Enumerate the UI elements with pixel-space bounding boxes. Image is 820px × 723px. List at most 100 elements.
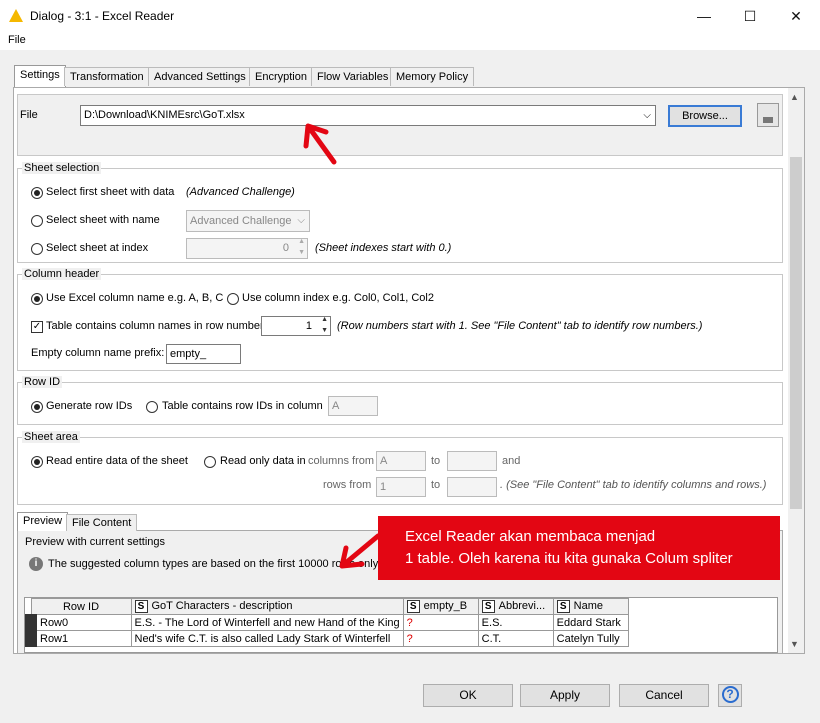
- row-to-input[interactable]: [447, 477, 497, 497]
- col-header-name-label: Name: [573, 600, 604, 612]
- menu-file[interactable]: File: [8, 34, 26, 46]
- column-from-input[interactable]: A: [376, 451, 426, 471]
- radio-excel-column-name[interactable]: [31, 293, 43, 305]
- col-header-description[interactable]: S GoT Characters - description: [130, 598, 404, 615]
- tab-flow-variables[interactable]: Flow Variables: [311, 67, 395, 86]
- menu-bar: [0, 32, 820, 50]
- table-row[interactable]: Row1 Ned's wife C.T. is also called Lady…: [25, 630, 629, 647]
- radio-column-index[interactable]: [227, 293, 239, 305]
- prefix-input[interactable]: empty_: [166, 344, 241, 364]
- first-sheet-label: Select first sheet with data: [46, 186, 175, 198]
- tab-transformation[interactable]: Transformation: [64, 67, 150, 86]
- spinner-arrows-icon[interactable]: ▲ ▼: [321, 317, 328, 335]
- sheet-index-label: Select sheet at index: [46, 242, 149, 254]
- row-id-title: Row ID: [22, 376, 63, 388]
- sheet-area-note: . (See "File Content" tab to identify co…: [500, 479, 767, 491]
- column-index-label: Use column index e.g. Col0, Col1, Col2: [242, 292, 434, 304]
- sheet-index-spinner[interactable]: 0 ▲ ▼: [186, 238, 308, 259]
- help-button[interactable]: ?: [718, 684, 742, 707]
- spinner-arrows-icon: ▲ ▼: [298, 238, 305, 256]
- tab-settings[interactable]: Settings: [14, 65, 66, 88]
- window-title: Dialog - 3:1 - Excel Reader: [30, 9, 175, 23]
- tab-memory-policy[interactable]: Memory Policy: [390, 67, 475, 86]
- radio-read-only[interactable]: [204, 456, 216, 468]
- table-cell: Catelyn Tully: [552, 630, 629, 647]
- radio-sheet-index[interactable]: [31, 243, 43, 255]
- scroll-down-icon[interactable]: ▼: [790, 639, 799, 649]
- info-icon: i: [29, 557, 43, 571]
- row-number-spinner[interactable]: 1 ▲ ▼: [261, 316, 331, 336]
- preview-table-container[interactable]: Row ID S GoT Characters - description Sem…: [24, 597, 778, 653]
- column-to-label: to: [431, 455, 441, 467]
- radio-first-sheet[interactable]: [31, 187, 43, 199]
- table-cell: C.T.: [477, 630, 554, 647]
- row-id-column-input[interactable]: A: [328, 396, 378, 416]
- first-sheet-note: (Advanced Challenge): [186, 186, 295, 198]
- sheet-index-note: (Sheet indexes start with 0.): [315, 242, 452, 254]
- col-header-description-label: GoT Characters - description: [151, 600, 293, 612]
- sheet-name-value: Advanced Challenge: [190, 215, 292, 227]
- columns-from-label: columns from: [308, 455, 375, 467]
- string-type-icon: S: [406, 600, 420, 613]
- radio-sheet-name[interactable]: [31, 215, 43, 227]
- string-type-icon: S: [556, 600, 570, 613]
- sheet-area-title: Sheet area: [22, 431, 80, 443]
- rows-from-label: rows from: [323, 479, 372, 491]
- tab-advanced-settings[interactable]: Advanced Settings: [148, 67, 252, 86]
- tab-preview[interactable]: Preview: [17, 512, 69, 531]
- preview-title: Preview with current settings: [25, 536, 165, 548]
- table-cell: E.S. - The Lord of Winterfell and new Ha…: [130, 614, 404, 631]
- col-header-name[interactable]: S Name: [552, 598, 629, 615]
- chevron-down-icon: ⌵: [297, 215, 305, 226]
- and-label: and: [502, 455, 521, 467]
- table-cell: Row1: [25, 630, 132, 647]
- sheet-name-select[interactable]: Advanced Challenge ⌵: [186, 210, 310, 232]
- column-to-input[interactable]: [447, 451, 497, 471]
- close-button[interactable]: ✕: [773, 0, 819, 32]
- apply-button[interactable]: Apply: [520, 684, 610, 707]
- sheet-selection-title: Sheet selection: [22, 162, 102, 174]
- annotation-line1: Excel Reader akan membaca menjad: [405, 528, 656, 545]
- table-cell: ?: [402, 614, 479, 631]
- maximize-button[interactable]: ☐: [727, 0, 773, 32]
- knime-warning-icon: [9, 9, 23, 22]
- col-header-empty-b[interactable]: Sempty_B: [402, 598, 479, 615]
- column-header-title: Column header: [22, 268, 102, 280]
- col-header-rowid[interactable]: Row ID: [30, 598, 132, 615]
- generate-row-ids-label: Generate row IDs: [46, 400, 133, 412]
- sheet-index-value: 0: [282, 242, 289, 254]
- scrollbar-thumb[interactable]: [790, 157, 802, 509]
- cancel-button[interactable]: Cancel: [619, 684, 709, 707]
- flow-variable-icon: [763, 117, 773, 123]
- browse-button[interactable]: Browse...: [668, 105, 742, 127]
- minimize-button[interactable]: —: [681, 0, 727, 32]
- row-from-input[interactable]: 1: [376, 477, 426, 497]
- red-arrow-annotation: [303, 123, 337, 165]
- tab-encryption[interactable]: Encryption: [249, 67, 313, 86]
- table-cell: Eddard Stark: [552, 614, 629, 631]
- string-type-icon: S: [134, 600, 148, 613]
- chevron-down-icon: ⌵: [643, 110, 651, 121]
- file-path-combo[interactable]: D:\Download\KNIMEsrc\GoT.xlsx ⌵: [80, 105, 656, 126]
- radio-read-entire[interactable]: [31, 456, 43, 468]
- column-names-label: Table contains column names in row numbe…: [46, 320, 264, 332]
- row-ids-column-label: Table contains row IDs in column: [162, 400, 323, 412]
- col-header-abbreviation[interactable]: S Abbrevi...: [477, 598, 554, 615]
- column-names-checkbox[interactable]: ✓: [31, 321, 43, 333]
- table-header-row: Row ID S GoT Characters - description Sem…: [30, 598, 629, 615]
- sheet-name-label: Select sheet with name: [46, 214, 160, 226]
- flow-variable-button[interactable]: [757, 103, 779, 127]
- scroll-up-icon[interactable]: ▲: [790, 92, 799, 102]
- help-icon: ?: [721, 686, 739, 703]
- radio-row-ids-column[interactable]: [146, 401, 158, 413]
- radio-generate-row-ids[interactable]: [31, 401, 43, 413]
- tab-file-content[interactable]: File Content: [66, 514, 138, 531]
- row-number-note: (Row numbers start with 1. See "File Con…: [337, 320, 703, 332]
- annotation-line2: 1 table. Oleh karena itu kita gunaka Col…: [405, 550, 733, 567]
- file-label: File: [20, 109, 38, 121]
- read-entire-label: Read entire data of the sheet: [46, 455, 188, 467]
- table-row[interactable]: Row0 E.S. - The Lord of Winterfell and n…: [25, 614, 629, 631]
- read-only-label: Read only data in: [220, 455, 306, 467]
- ok-button[interactable]: OK: [423, 684, 513, 707]
- table-cell: ?: [402, 630, 479, 647]
